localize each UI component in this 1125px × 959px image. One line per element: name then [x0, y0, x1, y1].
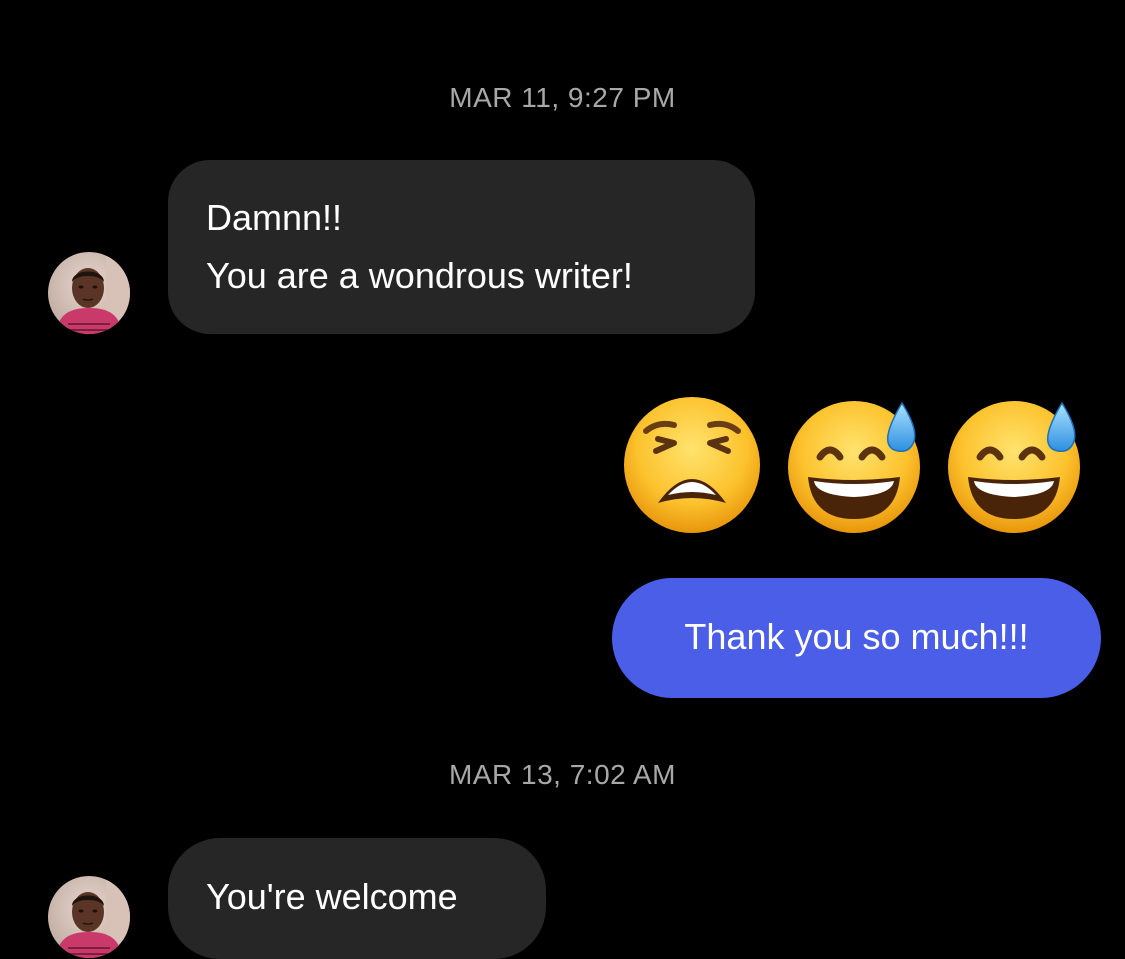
weary-face-icon: [624, 397, 760, 533]
message-text-line: You are a wondrous writer!: [206, 255, 633, 296]
emoji-message[interactable]: [622, 395, 1092, 535]
grinning-face-with-sweat-icon: [948, 401, 1080, 533]
avatar-photo-icon: [48, 876, 130, 958]
grinning-face-with-sweat-icon: [788, 401, 920, 533]
message-text-line: Damnn!!: [206, 197, 343, 238]
contact-avatar[interactable]: [48, 252, 130, 334]
message-text: Thank you so much!!!: [684, 616, 1029, 657]
avatar-photo-icon: [48, 252, 130, 334]
timestamp-mar-11: MAR 11, 9:27 PM: [449, 82, 676, 113]
message-text: You're welcome: [206, 876, 458, 917]
contact-avatar[interactable]: [48, 876, 130, 958]
outgoing-message-bubble[interactable]: Thank you so much!!!: [612, 578, 1101, 698]
incoming-message-bubble[interactable]: You're welcome: [168, 838, 546, 959]
incoming-message-bubble[interactable]: Damnn!! You are a wondrous writer!: [168, 160, 755, 334]
timestamp-mar-13: MAR 13, 7:02 AM: [449, 759, 676, 790]
